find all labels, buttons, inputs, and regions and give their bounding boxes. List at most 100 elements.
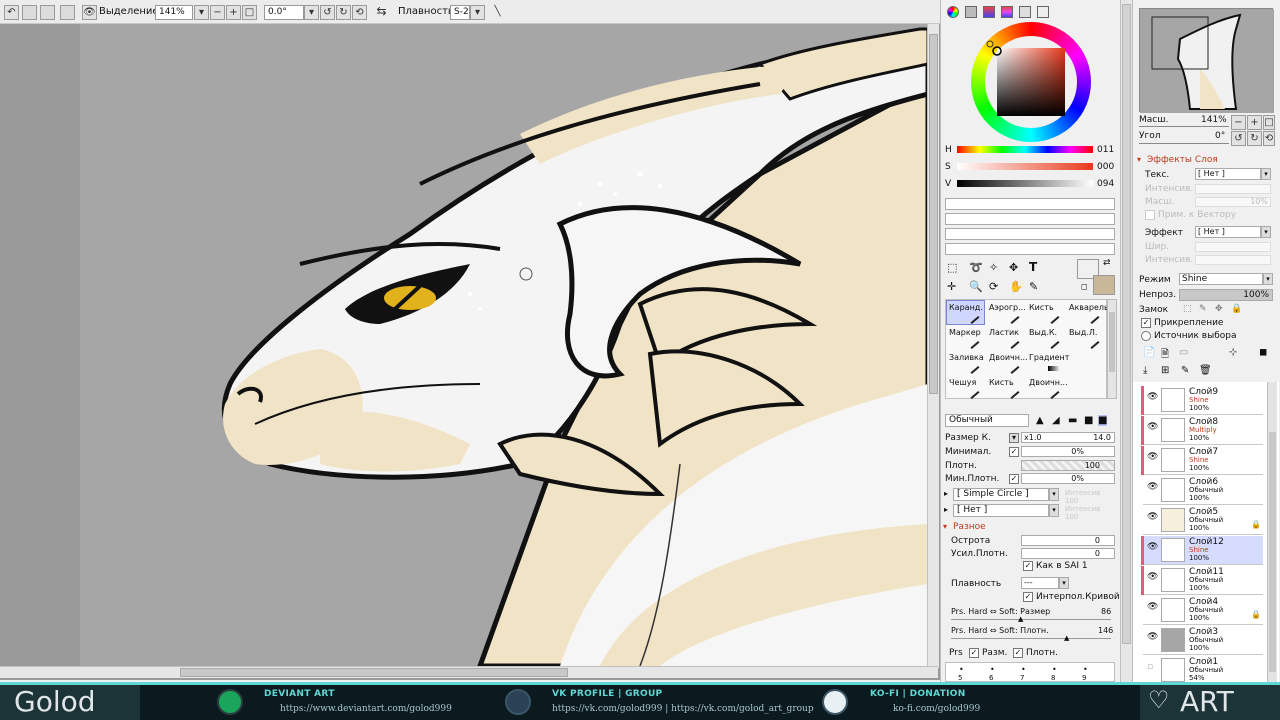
delete-layer-icon[interactable]: 🗑 [1199, 365, 1212, 376]
blend-mode-dropdown-icon[interactable]: ▾ [1263, 273, 1273, 285]
hsv-slider-tab-icon[interactable] [983, 6, 995, 18]
layer-row[interactable]: 👁 Слой4 Обычный 100% 🔒 [1143, 596, 1263, 625]
kofi-url[interactable]: ko-fi.com/golod999 [893, 704, 980, 714]
secondary-color-swatch[interactable] [1093, 275, 1115, 295]
magic-wand-icon[interactable]: ✧ [989, 261, 998, 274]
angle-dropdown-icon[interactable]: ▾ [304, 5, 319, 20]
blend-mode-select[interactable]: Shine [1179, 273, 1263, 285]
rect-select-icon[interactable]: ⬚ [947, 261, 957, 274]
zoom-reset-button[interactable]: □ [242, 5, 257, 20]
color-history-row[interactable] [945, 198, 1115, 210]
straight-line-icon[interactable]: ╲ [490, 5, 505, 20]
layer-row[interactable]: 👁 Слой7 Shine 100% [1141, 446, 1263, 475]
zoom-tool-icon[interactable]: 🔍 [969, 280, 983, 293]
tip-flat-icon[interactable]: ■ [1084, 415, 1093, 426]
visibility-eye-icon[interactable]: ▫ [1147, 662, 1153, 672]
color-history-row[interactable] [945, 213, 1115, 225]
tool-panel-scroll-thumb[interactable] [1122, 4, 1131, 644]
clip-checkbox[interactable]: ✓ [1141, 318, 1151, 328]
tool-gradient[interactable]: Градиент [1026, 350, 1069, 375]
text-tool-icon[interactable]: T [1029, 260, 1037, 274]
brush-texture-strength[interactable]: Интенсив 100 [1065, 505, 1115, 521]
tool-fill[interactable]: Заливка [946, 350, 985, 375]
clear-layer-icon[interactable]: ✎ [1181, 365, 1189, 376]
preset-dot-icon[interactable]: • [1021, 665, 1026, 674]
tip-soft-icon[interactable]: ▬ [1068, 415, 1077, 426]
tool-brush[interactable]: Кисть [1026, 300, 1065, 325]
lock-paint-icon[interactable]: ✎ [1199, 304, 1207, 314]
nav-rotate-right-icon[interactable]: ↻ [1247, 131, 1262, 146]
selection-visibility-icon[interactable]: 👁 [82, 5, 97, 20]
visibility-eye-icon[interactable]: 👁 [1147, 422, 1158, 432]
tool-eraser[interactable]: Ластик [986, 325, 1025, 350]
tools-scroll-thumb[interactable] [1109, 312, 1115, 372]
nav-zoom-in-button[interactable]: + [1247, 115, 1262, 130]
zoom-in-button[interactable]: + [226, 5, 241, 20]
layer-row[interactable]: 👁 Слой11 Обычный 100% [1141, 566, 1263, 595]
effects-width-slider[interactable] [1195, 242, 1271, 252]
lock-all-icon[interactable]: 🔒 [1231, 304, 1242, 314]
prs-size-handle-icon[interactable]: ▲ [1018, 615, 1023, 623]
tool-slot-button[interactable] [60, 5, 75, 20]
effects-texture-select[interactable]: [ Нет ] [1195, 168, 1261, 180]
apply-vector-checkbox[interactable] [1145, 210, 1155, 220]
rgb-slider-tab-icon[interactable] [965, 6, 977, 18]
min-density-checkbox[interactable]: ✓ [1009, 474, 1019, 484]
visibility-eye-icon[interactable]: 👁 [1147, 542, 1158, 552]
hue-slider[interactable] [957, 146, 1093, 153]
opacity-slider[interactable]: 100% [1179, 289, 1273, 301]
prs-size-checkbox[interactable]: ✓ [969, 648, 979, 658]
tool-marker[interactable]: Маркер [946, 325, 985, 350]
deviant-url[interactable]: https://www.deviantart.com/golod999 [280, 704, 452, 714]
rotate-reset-button[interactable]: ⟲ [352, 5, 367, 20]
layer-row[interactable]: 👁 Слой9 Shine 100% [1141, 386, 1263, 415]
density-boost-slider[interactable]: 0 [1021, 548, 1115, 559]
layer-mask-icon[interactable]: ◼ [1259, 347, 1267, 358]
color-history-row[interactable] [945, 228, 1115, 240]
tool-slot-button[interactable] [22, 5, 37, 20]
move-layer-icon[interactable]: ✥ [1009, 261, 1018, 274]
sai1-checkbox[interactable]: ✓ [1023, 561, 1033, 571]
eyedropper-icon[interactable]: ✎ [1029, 280, 1038, 293]
tool-select-eraser[interactable]: Выд.Л. [1066, 325, 1105, 350]
layer-row-selected[interactable]: 👁 Слой12 Shine 100% [1141, 536, 1263, 565]
size-mult-dropdown-icon[interactable]: ▾ [1009, 433, 1019, 443]
tool-watercolor[interactable]: Акварель [1066, 300, 1109, 325]
smooth-dropdown-icon[interactable]: ▾ [1059, 577, 1069, 589]
nav-zoom-reset-button[interactable]: □ [1263, 115, 1275, 130]
smoothing-dropdown-icon[interactable]: ▾ [470, 5, 485, 20]
nav-angle-slider[interactable] [1139, 143, 1229, 144]
brush-texture-dropdown-icon[interactable]: ▾ [1049, 504, 1059, 517]
tool-select-pen[interactable]: Выд.К. [1026, 325, 1065, 350]
visibility-eye-icon[interactable]: 👁 [1147, 452, 1158, 462]
brush-mode-select[interactable]: Обычный [945, 414, 1029, 427]
smoothing-field[interactable]: S-2 [450, 5, 470, 20]
new-layer-icon[interactable]: 📄 [1143, 347, 1155, 358]
saturation-slider[interactable] [957, 163, 1093, 170]
effects-intensity2-slider[interactable] [1195, 255, 1271, 265]
brush-shape-dropdown-icon[interactable]: ▾ [1049, 488, 1059, 501]
brush-shape-select[interactable]: [ Simple Circle ] [953, 488, 1049, 501]
navigator-preview[interactable] [1139, 8, 1274, 113]
shape-expand-icon[interactable]: ▸ [944, 489, 948, 498]
smooth-select[interactable]: --- [1021, 577, 1059, 589]
misc-collapse-icon[interactable]: ▾ [943, 522, 947, 531]
hand-icon[interactable]: ✋ [1009, 280, 1023, 293]
brush-shape-strength[interactable]: Интенсив 100 [1065, 489, 1115, 505]
min-size-checkbox[interactable]: ✓ [1009, 447, 1019, 457]
zoom-dropdown-icon[interactable]: ▾ [194, 5, 209, 20]
visibility-eye-icon[interactable]: 👁 [1147, 482, 1158, 492]
min-density-slider[interactable]: 0% [1021, 473, 1115, 484]
color-wheel-tab-icon[interactable] [947, 6, 959, 18]
canvas-horizontal-scrollbar[interactable] [0, 666, 938, 678]
merge-down-icon[interactable]: ⤓ [1143, 365, 1147, 376]
nav-rotate-left-icon[interactable]: ↺ [1231, 131, 1246, 146]
effects-collapse-icon[interactable]: ▾ [1137, 155, 1141, 164]
layer-list-scroll-thumb[interactable] [1269, 432, 1276, 672]
lock-move-icon[interactable]: ✥ [1215, 304, 1223, 314]
swap-colors-icon[interactable]: ⇄ [1103, 258, 1111, 268]
value-slider[interactable] [957, 180, 1093, 187]
tool-airbrush[interactable]: Аэрогр... [986, 300, 1026, 325]
merge-visible-icon[interactable]: ⊞ [1161, 365, 1169, 376]
layer-row[interactable]: 👁 Слой3 Обычный 100% [1143, 626, 1263, 655]
